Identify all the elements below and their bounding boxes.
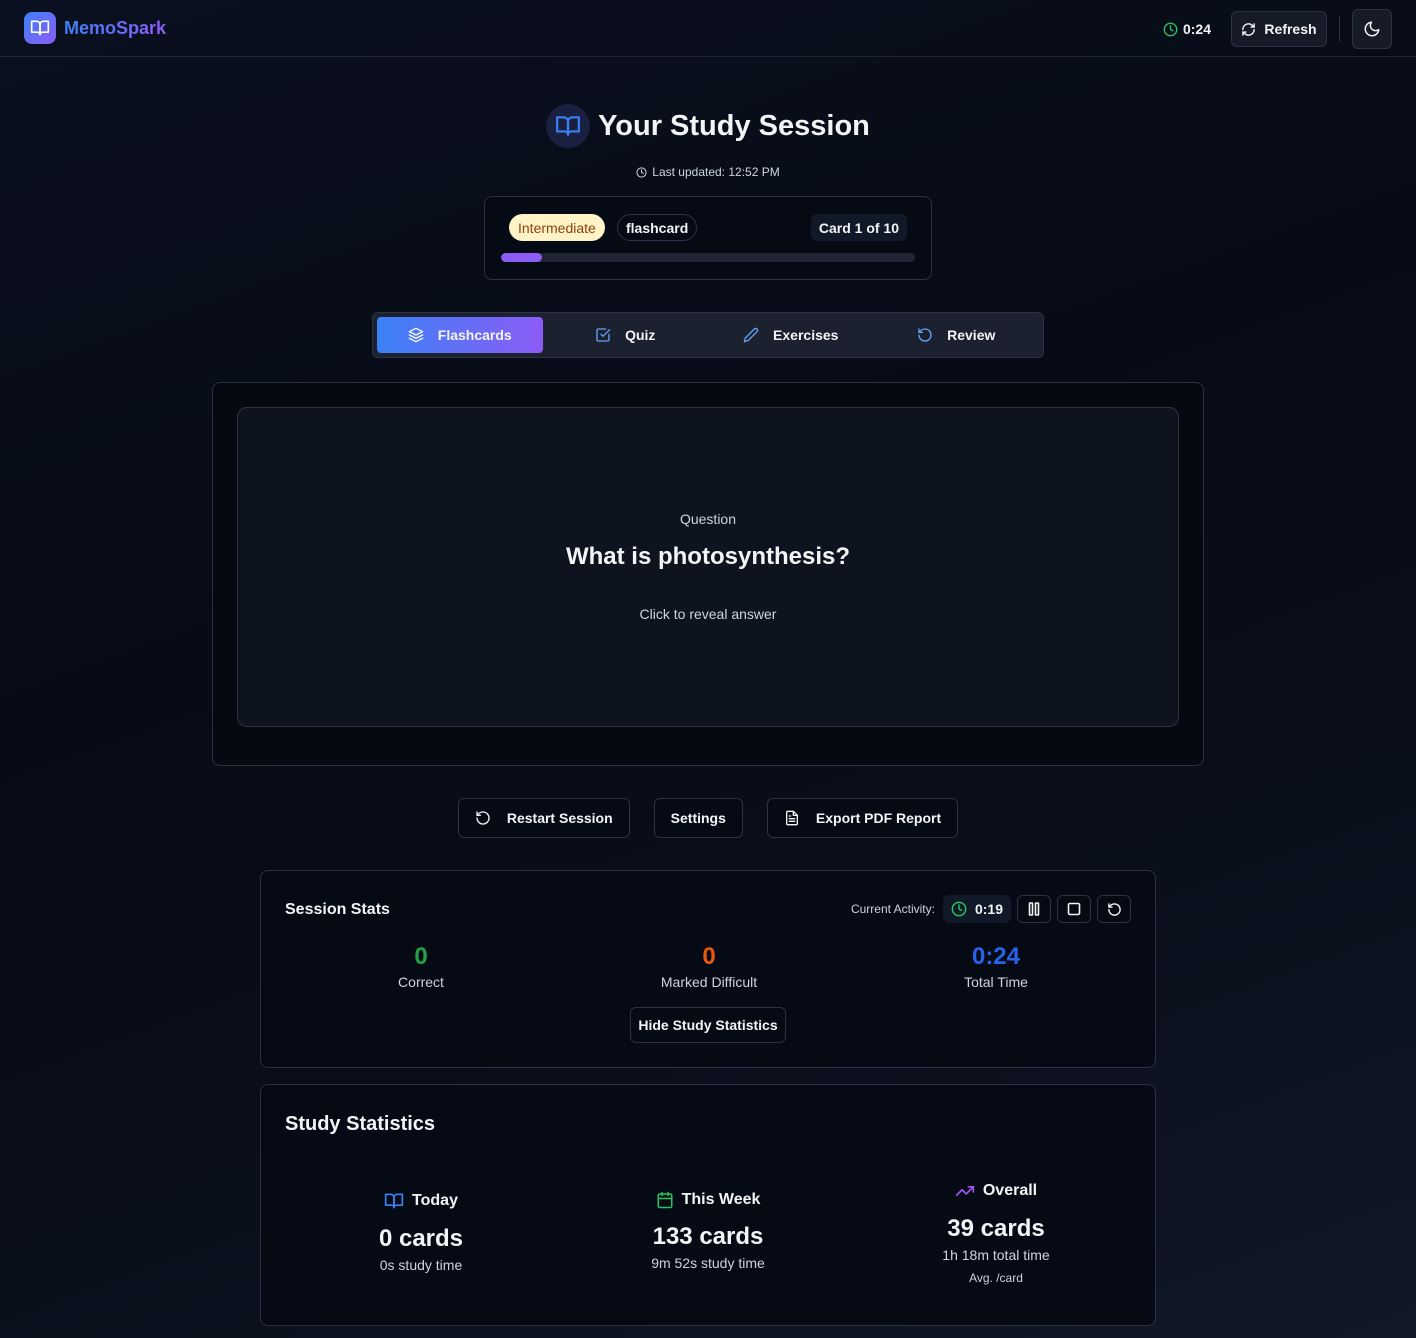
stat-correct-label: Correct: [398, 974, 444, 990]
tab-quiz[interactable]: Quiz: [543, 317, 709, 353]
activity-label: Current Activity:: [850, 902, 935, 916]
session-timer: 0:24: [1163, 21, 1211, 37]
overall-time: 1h 18m total time: [942, 1247, 1050, 1263]
mode-tabs: Flashcards Quiz Exercises Review: [372, 312, 1044, 358]
progress-bar-fill: [501, 253, 543, 262]
refresh-button[interactable]: Refresh: [1231, 11, 1327, 47]
last-updated-text: Last updated: 12:52 PM: [652, 165, 780, 179]
stat-difficult-value: 0: [702, 943, 716, 970]
difficulty-badge: Intermediate: [509, 214, 605, 241]
progress-bar: [501, 253, 915, 262]
week-cards: 133 cards: [652, 1223, 764, 1250]
stat-total-time-label: Total Time: [964, 974, 1028, 990]
overall-cards: 39 cards: [947, 1215, 1045, 1242]
stat-correct: 0 Correct: [301, 943, 541, 990]
stat-difficult: 0 Marked Difficult: [589, 943, 829, 990]
settings-label: Settings: [670, 810, 726, 826]
stat-difficult-label: Marked Difficult: [660, 974, 758, 990]
stat-correct-value: 0: [414, 943, 428, 970]
activity-timer: 0:19: [942, 895, 1011, 923]
tab-label: Flashcards: [437, 327, 512, 343]
session-actions: Restart Session Settings Export PDF Repo…: [0, 798, 1416, 838]
pause-button[interactable]: [1017, 895, 1051, 923]
flashcard[interactable]: Question What is photosynthesis? Click t…: [237, 407, 1179, 727]
stop-button[interactable]: [1057, 895, 1091, 923]
session-stats-card: Session Stats Current Activity: 0:19 0 C…: [260, 870, 1156, 1068]
stat-this-week: This Week 133 cards 9m 52s study time: [578, 1191, 838, 1271]
stat-total-time: 0:24 Total Time: [876, 943, 1116, 990]
tab-label: Exercises: [773, 327, 839, 343]
export-pdf-button[interactable]: Export PDF Report: [766, 798, 959, 838]
hide-statistics-label: Hide Study Statistics: [638, 1017, 778, 1033]
divider: [1339, 16, 1340, 42]
flashcard-hint: Click to reveal answer: [639, 606, 777, 622]
calendar-icon: [657, 1191, 673, 1209]
today-cards: 0 cards: [378, 1225, 464, 1252]
card-counter: Card 1 of 10: [810, 214, 907, 241]
rotate-ccw-icon: [476, 811, 490, 825]
refresh-label: Refresh: [1264, 21, 1317, 37]
trending-up-icon: [955, 1186, 975, 1196]
app-name[interactable]: MemoSpark: [64, 18, 166, 39]
tab-flashcards[interactable]: Flashcards: [377, 317, 543, 353]
theme-toggle-button[interactable]: [1352, 9, 1392, 49]
today-label: Today: [412, 1192, 458, 1209]
activity-timer-controls: Current Activity: 0:19: [851, 895, 1131, 923]
tab-review[interactable]: Review: [874, 317, 1040, 353]
week-time: 9m 52s study time: [651, 1255, 765, 1271]
overall-label: Overall: [982, 1182, 1038, 1199]
layers-icon: [408, 327, 424, 343]
restart-label: Restart Session: [506, 810, 613, 826]
tab-exercises[interactable]: Exercises: [708, 317, 874, 353]
study-statistics-card: Study Statistics Today 0 cards 0s study …: [260, 1084, 1156, 1326]
check-square-icon: [596, 328, 611, 342]
tab-label: Review: [947, 327, 996, 343]
last-updated: Last updated: 12:52 PM: [0, 165, 1416, 179]
book-open-icon: [556, 116, 581, 136]
pencil-icon: [743, 327, 759, 343]
reset-timer-button[interactable]: [1097, 895, 1131, 923]
top-bar: MemoSpark 0:24 Refresh: [0, 0, 1416, 57]
clock-icon: [636, 166, 647, 178]
session-timer-value: 0:24: [1182, 21, 1211, 37]
flashcard-container: Question What is photosynthesis? Click t…: [212, 382, 1204, 766]
stat-total-time-value: 0:24: [971, 943, 1021, 970]
moon-icon: [1364, 21, 1380, 37]
study-statistics-title: Study Statistics: [285, 1113, 436, 1135]
rotate-ccw-icon: [918, 328, 932, 342]
stat-today: Today 0 cards 0s study time: [291, 1191, 551, 1273]
tab-label: Quiz: [625, 327, 656, 343]
file-text-icon: [785, 810, 798, 826]
header-icon-circle: [546, 104, 591, 148]
flashcard-question: What is photosynthesis?: [565, 543, 850, 570]
restart-session-button[interactable]: Restart Session: [457, 798, 630, 838]
overall-avg: Avg. /card: [969, 1271, 1023, 1285]
type-badge: flashcard: [617, 214, 698, 241]
rotate-ccw-icon: [1107, 902, 1121, 916]
pause-icon: [1028, 902, 1040, 916]
stop-icon: [1067, 902, 1081, 916]
book-open-icon: [30, 20, 50, 36]
flashcard-side-label: Question: [679, 511, 737, 527]
refresh-icon: [1242, 22, 1256, 36]
clock-icon: [951, 901, 967, 917]
week-label: This Week: [681, 1191, 761, 1208]
session-progress-card: Intermediate flashcard Card 1 of 10: [484, 196, 932, 280]
activity-timer-value: 0:19: [974, 901, 1003, 917]
settings-button[interactable]: Settings: [653, 798, 743, 838]
page-title: Your Study Session: [598, 109, 870, 142]
page-header: Your Study Session: [0, 104, 1416, 148]
export-label: Export PDF Report: [815, 810, 942, 826]
logo[interactable]: [24, 12, 56, 44]
stat-overall: Overall 39 cards 1h 18m total time Avg. …: [866, 1181, 1126, 1285]
book-icon: [384, 1193, 404, 1209]
hide-statistics-button[interactable]: Hide Study Statistics: [630, 1007, 786, 1043]
clock-icon: [1163, 22, 1178, 36]
session-stats-title: Session Stats: [285, 901, 390, 918]
today-time: 0s study time: [379, 1257, 463, 1273]
